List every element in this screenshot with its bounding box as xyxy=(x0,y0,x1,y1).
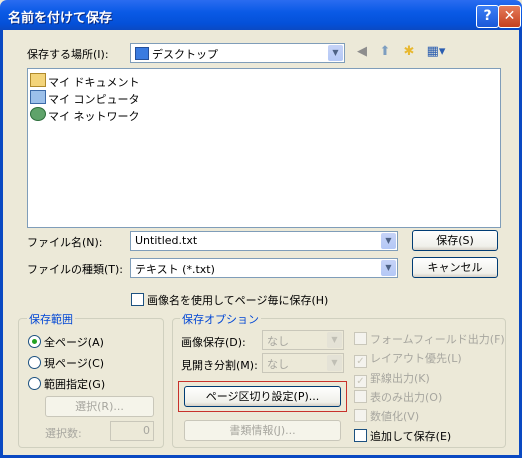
save-button[interactable]: 保存(S) xyxy=(412,230,498,251)
filename-label: ファイル名(N): xyxy=(27,236,103,249)
ruled-line-output-option[interactable]: ✓ 罫線出力(K) xyxy=(354,370,430,388)
checkbox[interactable] xyxy=(354,390,367,403)
my-computer-icon xyxy=(30,90,46,104)
range-group-title: 保存範囲 xyxy=(27,311,75,327)
append-save-option[interactable]: 追加して保存(E) xyxy=(354,428,451,444)
image-save-value: なし xyxy=(267,335,289,348)
cancel-button[interactable]: キャンセル xyxy=(412,257,498,278)
numeric-conversion-option[interactable]: 数値化(V) xyxy=(354,408,419,424)
filetype-value: テキスト (*.txt) xyxy=(135,263,215,276)
filetype-dropdown[interactable]: テキスト (*.txt) ▼ xyxy=(130,258,398,278)
spread-split-label: 見開き分割(M): xyxy=(181,359,258,372)
desktop-icon xyxy=(135,47,149,60)
image-save-label: 画像保存(D): xyxy=(181,336,246,349)
image-name-checkbox[interactable] xyxy=(131,293,144,306)
chevron-down-icon: ▼ xyxy=(327,355,342,371)
radio-label: 現ページ(C) xyxy=(44,357,105,370)
checkbox[interactable] xyxy=(354,332,367,345)
radio-button[interactable] xyxy=(28,377,41,390)
radio-button[interactable] xyxy=(28,335,41,348)
chevron-down-icon[interactable]: ▼ xyxy=(328,45,343,61)
checkbox-label: 表のみ出力(O) xyxy=(370,391,443,404)
up-folder-icon[interactable]: ⬆ xyxy=(376,43,394,61)
checkbox-label: レイアウト優先(L) xyxy=(370,352,462,365)
radio-range[interactable]: 範囲指定(G) xyxy=(28,376,105,392)
new-folder-icon[interactable]: ✱ xyxy=(400,43,418,61)
window-title: 名前を付けて保存 xyxy=(8,11,113,26)
chevron-down-icon[interactable]: ▼ xyxy=(381,260,396,276)
spread-split-value: なし xyxy=(267,358,289,371)
location-dropdown[interactable]: デスクトップ ▼ xyxy=(130,43,345,63)
view-menu-icon[interactable]: ▦▾ xyxy=(424,43,448,61)
selection-count-value: 0 xyxy=(143,424,150,437)
window-frame-left xyxy=(0,30,3,458)
checkmark-icon[interactable]: ✓ xyxy=(354,355,367,368)
my-network-icon xyxy=(30,107,46,121)
checkbox-label: フォームフィールド出力(F) xyxy=(370,333,505,346)
checkbox-label: 罫線出力(K) xyxy=(370,372,430,385)
image-save-dropdown: なし ▼ xyxy=(262,330,344,350)
file-list[interactable]: マイ ドキュメント マイ コンピュータ マイ ネットワーク xyxy=(27,68,501,228)
location-value-text: デスクトップ xyxy=(152,48,218,61)
selection-count-field: 0 xyxy=(110,421,154,441)
table-only-output-option[interactable]: 表のみ出力(O) xyxy=(354,389,442,405)
checkbox[interactable] xyxy=(354,429,367,442)
checkbox[interactable] xyxy=(354,409,367,422)
list-item[interactable]: マイ ドキュメント xyxy=(30,73,140,90)
checkbox-label: 数値化(V) xyxy=(370,410,420,423)
list-item[interactable]: マイ コンピュータ xyxy=(30,90,140,107)
chevron-down-icon[interactable]: ▼ xyxy=(381,233,396,249)
page-split-settings-button[interactable]: ページ区切り設定(P)... xyxy=(184,386,341,407)
help-button[interactable]: ? xyxy=(476,5,499,28)
chevron-down-icon: ▼ xyxy=(327,332,342,348)
filename-value[interactable]: Untitled.txt xyxy=(135,234,197,247)
filename-input[interactable]: Untitled.txt ▼ xyxy=(130,231,398,251)
options-group-title: 保存オプション xyxy=(180,311,261,327)
checkbox-label: 追加して保存(E) xyxy=(370,430,452,443)
image-name-option-label: 画像名を使用してページ毎に保存(H) xyxy=(147,294,329,307)
radio-label: 範囲指定(G) xyxy=(44,378,106,391)
form-field-output-option[interactable]: フォームフィールド出力(F) xyxy=(354,331,505,347)
close-button[interactable]: ✕ xyxy=(498,5,521,28)
radio-current-page[interactable]: 現ページ(C) xyxy=(28,355,104,371)
radio-all-pages[interactable]: 全ページ(A) xyxy=(28,334,104,350)
layout-priority-option[interactable]: ✓ レイアウト優先(L) xyxy=(354,350,462,368)
image-name-option[interactable]: 画像名を使用してページ毎に保存(H) xyxy=(131,292,328,308)
radio-label: 全ページ(A) xyxy=(44,336,104,349)
list-item-label: マイ ドキュメント xyxy=(48,76,140,89)
document-info-button[interactable]: 書類情報(J)... xyxy=(184,420,341,441)
selection-count-label: 選択数: xyxy=(45,427,82,440)
select-range-button[interactable]: 選択(R)... xyxy=(45,396,154,417)
list-item[interactable]: マイ ネットワーク xyxy=(30,107,140,124)
checkmark-icon[interactable]: ✓ xyxy=(354,375,367,388)
list-item-label: マイ ネットワーク xyxy=(48,110,140,123)
list-item-label: マイ コンピュータ xyxy=(48,93,140,106)
location-value: デスクトップ xyxy=(135,46,218,62)
my-documents-icon xyxy=(30,73,46,87)
radio-button[interactable] xyxy=(28,356,41,369)
filetype-label: ファイルの種類(T): xyxy=(27,263,124,276)
spread-split-dropdown: なし ▼ xyxy=(262,353,344,373)
location-label: 保存する場所(I): xyxy=(27,48,109,61)
back-arrow-icon[interactable]: ◀ xyxy=(353,43,371,61)
